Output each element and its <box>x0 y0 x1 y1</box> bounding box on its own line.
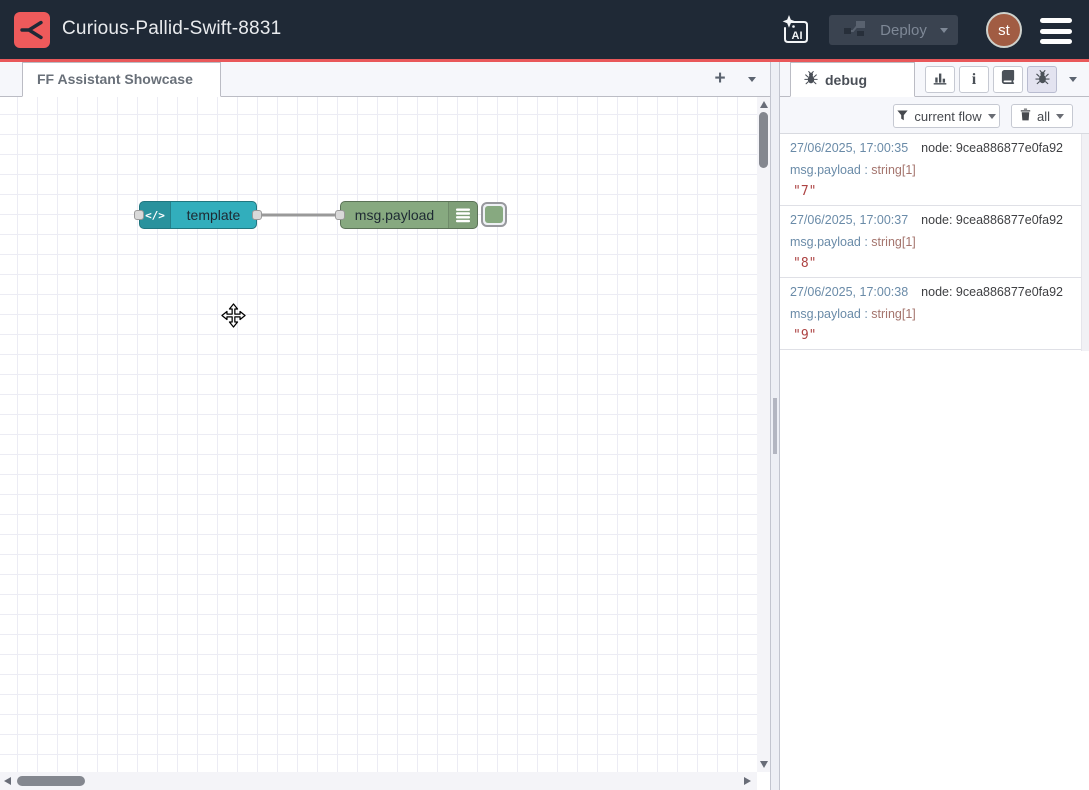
flow-tab-active[interactable]: FF Assistant Showcase <box>22 62 221 97</box>
message-value[interactable]: "8" <box>790 256 1064 271</box>
workspace-pane: FF Assistant Showcase + </> template msg… <box>0 62 770 790</box>
debug-filter-label: current flow <box>914 109 981 124</box>
message-value[interactable]: "7" <box>790 184 1064 199</box>
node-template[interactable]: </> template <box>139 201 257 229</box>
debug-toolbar: current flow all <box>780 97 1089 134</box>
debug-enable-toggle[interactable] <box>481 202 507 227</box>
wire[interactable] <box>0 97 757 772</box>
filter-caret-icon <box>988 114 996 119</box>
info-icon: i <box>972 72 976 88</box>
flowfuse-logo-icon <box>14 12 50 48</box>
hamburger-icon <box>1040 18 1072 23</box>
vertical-scroll-thumb[interactable] <box>759 112 768 168</box>
debug-input-port[interactable] <box>335 210 345 220</box>
scroll-up-icon[interactable] <box>760 101 768 108</box>
debug-message-list[interactable]: 27/06/2025, 17:00:35 node: 9cea886877e0fa… <box>780 134 1089 790</box>
user-avatar[interactable]: st <box>986 12 1022 48</box>
sidebar-tab-list-caret-icon[interactable] <box>1069 77 1077 82</box>
main-menu-button[interactable] <box>1040 18 1072 44</box>
instance-title: Curious-Pallid-Swift-8831 <box>62 18 281 40</box>
debug-message[interactable]: 27/06/2025, 17:00:38 node: 9cea886877e0fa… <box>780 278 1082 350</box>
book-icon <box>1001 70 1015 89</box>
svg-text:AI: AI <box>792 30 803 42</box>
canvas-vertical-scrollbar[interactable] <box>757 97 770 772</box>
flow-canvas[interactable]: </> template msg.payload <box>0 97 757 772</box>
message-type: string[1] <box>871 163 915 177</box>
workspace-tabbar: FF Assistant Showcase + <box>0 62 770 97</box>
deploy-button[interactable]: Deploy <box>829 15 958 45</box>
deploy-options-caret-icon[interactable] <box>940 28 948 33</box>
bug-icon <box>1035 70 1050 90</box>
scroll-left-icon[interactable] <box>4 777 11 785</box>
message-type: string[1] <box>871 235 915 249</box>
debug-clear-button[interactable]: all <box>1011 104 1073 128</box>
ai-assistant-button[interactable]: AI <box>778 13 814 49</box>
node-template-label: template <box>171 202 256 228</box>
sidebar-tabbar: debug i <box>780 62 1089 97</box>
trash-icon <box>1020 108 1031 124</box>
scroll-right-icon[interactable] <box>744 777 751 785</box>
clear-caret-icon <box>1056 114 1064 119</box>
scroll-down-icon[interactable] <box>760 761 768 768</box>
deploy-label: Deploy <box>867 22 940 39</box>
deploy-stages-icon <box>843 19 867 42</box>
message-node-id: node: 9cea886877e0fa92 <box>921 141 1063 155</box>
debug-lines-icon <box>448 202 477 228</box>
app-header: Curious-Pallid-Swift-8831 AI Deploy st <box>0 0 1089 62</box>
node-debug[interactable]: msg.payload <box>340 201 478 229</box>
main-area: FF Assistant Showcase + </> template msg… <box>0 62 1089 790</box>
message-path[interactable]: msg.payload : <box>790 163 871 177</box>
message-node-id: node: 9cea886877e0fa92 <box>921 285 1063 299</box>
debug-message[interactable]: 27/06/2025, 17:00:35 node: 9cea886877e0fa… <box>780 134 1082 206</box>
message-timestamp: 27/06/2025, 17:00:37 <box>790 213 908 227</box>
message-timestamp: 27/06/2025, 17:00:35 <box>790 141 908 155</box>
sidebar-tool-dashboard[interactable] <box>925 66 955 93</box>
message-path[interactable]: msg.payload : <box>790 307 871 321</box>
sidebar-tool-help[interactable] <box>993 66 1023 93</box>
message-path[interactable]: msg.payload : <box>790 235 871 249</box>
message-node-id: node: 9cea886877e0fa92 <box>921 213 1063 227</box>
sidebar-tab-debug[interactable]: debug <box>790 62 915 97</box>
message-type: string[1] <box>871 307 915 321</box>
sidebar-tool-info[interactable]: i <box>959 66 989 93</box>
message-value[interactable]: "9" <box>790 328 1064 343</box>
debug-list-scrollbar[interactable] <box>1081 134 1089 351</box>
flow-list-caret-icon[interactable] <box>748 77 756 82</box>
sidebar-splitter[interactable] <box>770 62 780 790</box>
funnel-icon <box>897 109 908 124</box>
sidebar-tab-label: debug <box>825 72 867 88</box>
bar-chart-icon <box>932 70 948 90</box>
sidebar: debug i <box>780 62 1089 790</box>
splitter-grip[interactable] <box>773 398 777 454</box>
template-input-port[interactable] <box>134 210 144 220</box>
sidebar-tool-debug[interactable] <box>1027 66 1057 93</box>
canvas-horizontal-scrollbar[interactable] <box>0 772 757 790</box>
debug-message[interactable]: 27/06/2025, 17:00:37 node: 9cea886877e0fa… <box>780 206 1082 278</box>
code-template-icon: </> <box>140 202 171 228</box>
template-output-port[interactable] <box>252 210 262 220</box>
debug-filter-button[interactable]: current flow <box>893 104 1000 128</box>
node-debug-label: msg.payload <box>341 202 448 228</box>
add-flow-button[interactable]: + <box>708 66 732 92</box>
horizontal-scroll-thumb[interactable] <box>17 776 85 786</box>
message-timestamp: 27/06/2025, 17:00:38 <box>790 285 908 299</box>
bug-icon <box>804 71 818 88</box>
debug-clear-label: all <box>1037 109 1050 124</box>
